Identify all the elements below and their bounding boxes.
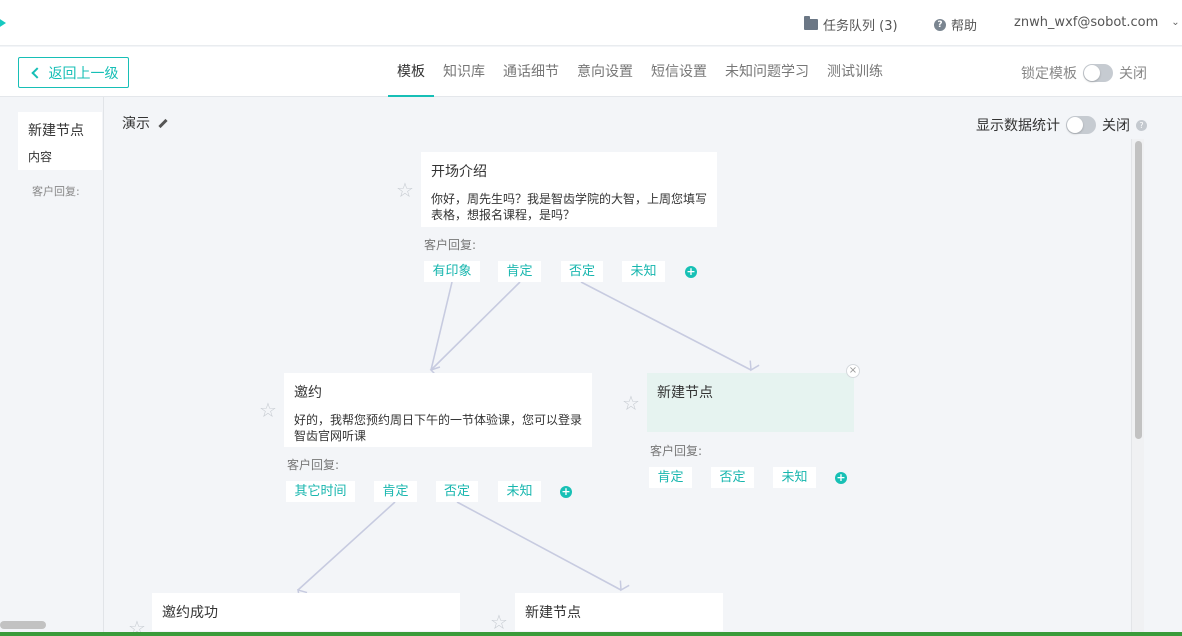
task-queue-link[interactable]: 任务队列 (3) <box>804 15 898 34</box>
node-text: 好的，我帮您预约周日下午的一节体验课，您可以登录智齿官网听课 <box>294 413 583 443</box>
folder-icon <box>804 16 818 30</box>
reply-chip[interactable]: 肯定 <box>374 481 417 502</box>
reply-chip[interactable]: 未知 <box>498 481 541 502</box>
horizontal-scrollbar-thumb[interactable] <box>0 621 46 629</box>
lock-template-toggle[interactable] <box>1083 64 1113 82</box>
tab-knowledge-base[interactable]: 知识库 <box>434 47 494 97</box>
flow-node-new-right[interactable]: 新建节点 <box>647 373 854 432</box>
logo-icon <box>0 14 6 32</box>
canvas-title: 演示 <box>122 113 168 133</box>
add-reply-icon[interactable]: + <box>835 472 847 484</box>
data-stats-toggle[interactable] <box>1066 116 1096 134</box>
star-icon[interactable]: ☆ <box>259 400 277 420</box>
tab-call-details[interactable]: 通话细节 <box>494 47 568 97</box>
node-reply-label: 客户回复: <box>287 458 340 472</box>
canvas-title-text: 演示 <box>122 116 150 132</box>
data-stats-state: 关闭 <box>1102 118 1130 134</box>
node-reply-label: 客户回复: <box>650 444 703 458</box>
add-reply-icon[interactable]: + <box>685 266 697 278</box>
node-reply-label: 客户回复: <box>424 238 477 252</box>
node-title: 邀约 <box>294 385 322 401</box>
node-title: 邀约成功 <box>162 605 218 621</box>
palette-card-content: 内容 <box>28 150 53 164</box>
pencil-icon[interactable] <box>158 118 168 128</box>
help-link[interactable]: ? 帮助 <box>934 15 977 34</box>
node-text: 你好，周先生吗？我是智齿学院的大智，上周您填写表格，想报名课程，是吗？ <box>431 192 708 222</box>
chevron-left-icon <box>30 66 43 79</box>
reply-chip[interactable]: 肯定 <box>649 467 692 488</box>
tab-sms-settings[interactable]: 短信设置 <box>642 47 716 97</box>
user-menu[interactable]: znwh_wxf@sobot.com ⌄ <box>1014 15 1180 30</box>
vertical-scrollbar-thumb[interactable] <box>1135 141 1142 439</box>
back-label: 返回上一级 <box>48 65 119 82</box>
data-stats-control: 显示数据统计 关闭 ? <box>976 115 1147 135</box>
data-stats-label: 显示数据统计 <box>976 118 1060 134</box>
vertical-scrollbar[interactable] <box>1131 139 1144 636</box>
top-bar: 任务队列 (3) ? 帮助 znwh_wxf@sobot.com ⌄ <box>0 0 1182 46</box>
sub-toolbar: 返回上一级 模板 知识库 通话细节 意向设置 短信设置 未知问题学习 测试训练 … <box>0 47 1182 97</box>
reply-chip[interactable]: 否定 <box>561 261 603 282</box>
reply-chip[interactable]: 未知 <box>622 261 665 282</box>
palette-card-title: 新建节点 <box>28 123 84 139</box>
close-icon[interactable]: × <box>846 364 860 378</box>
flow-node-success[interactable]: 邀约成功 <box>152 593 460 631</box>
reply-chip[interactable]: 其它时间 <box>286 481 355 502</box>
reply-chip[interactable]: 肯定 <box>498 261 541 282</box>
tab-template[interactable]: 模板 <box>388 47 434 97</box>
star-icon[interactable]: ☆ <box>490 612 508 632</box>
node-title: 开场介绍 <box>431 164 487 180</box>
flow-node-new-bottom[interactable]: 新建节点 <box>515 593 723 631</box>
node-title: 新建节点 <box>525 605 581 621</box>
reply-chip[interactable]: 未知 <box>773 467 816 488</box>
flow-node-invite[interactable]: 邀约 好的，我帮您预约周日下午的一节体验课，您可以登录智齿官网听课 <box>284 373 592 447</box>
lock-template-label: 锁定模板 <box>1021 66 1077 82</box>
tab-unknown-learning[interactable]: 未知问题学习 <box>716 47 818 97</box>
bottom-border <box>0 632 1182 636</box>
question-icon[interactable]: ? <box>1136 119 1147 131</box>
star-icon[interactable]: ☆ <box>622 393 640 413</box>
user-email: znwh_wxf@sobot.com <box>1014 15 1159 30</box>
node-title: 新建节点 <box>657 385 713 401</box>
new-node-template-card[interactable]: 新建节点 内容 <box>18 112 102 170</box>
help-label: 帮助 <box>951 19 978 34</box>
star-icon[interactable]: ☆ <box>396 180 414 200</box>
tab-intent-settings[interactable]: 意向设置 <box>568 47 642 97</box>
back-button[interactable]: 返回上一级 <box>18 57 129 88</box>
reply-chip[interactable]: 有印象 <box>424 261 480 282</box>
palette-reply-label: 客户回复: <box>32 185 80 198</box>
task-queue-label: 任务队列 (3) <box>823 19 898 34</box>
help-icon: ? <box>934 18 946 31</box>
tab-test-training[interactable]: 测试训练 <box>818 47 892 97</box>
chevron-down-icon: ⌄ <box>1171 17 1180 28</box>
reply-chip[interactable]: 否定 <box>436 481 478 502</box>
tab-bar: 模板 知识库 通话细节 意向设置 短信设置 未知问题学习 测试训练 <box>388 47 892 97</box>
reply-chip[interactable]: 否定 <box>711 467 754 488</box>
add-reply-icon[interactable]: + <box>560 486 572 498</box>
lock-template-control: 锁定模板 关闭 <box>1021 63 1147 83</box>
node-palette: 新建节点 内容 客户回复: <box>0 97 104 636</box>
flow-node-intro[interactable]: 开场介绍 你好，周先生吗？我是智齿学院的大智，上周您填写表格，想报名课程，是吗？ <box>421 152 717 227</box>
lock-template-state: 关闭 <box>1119 66 1147 82</box>
